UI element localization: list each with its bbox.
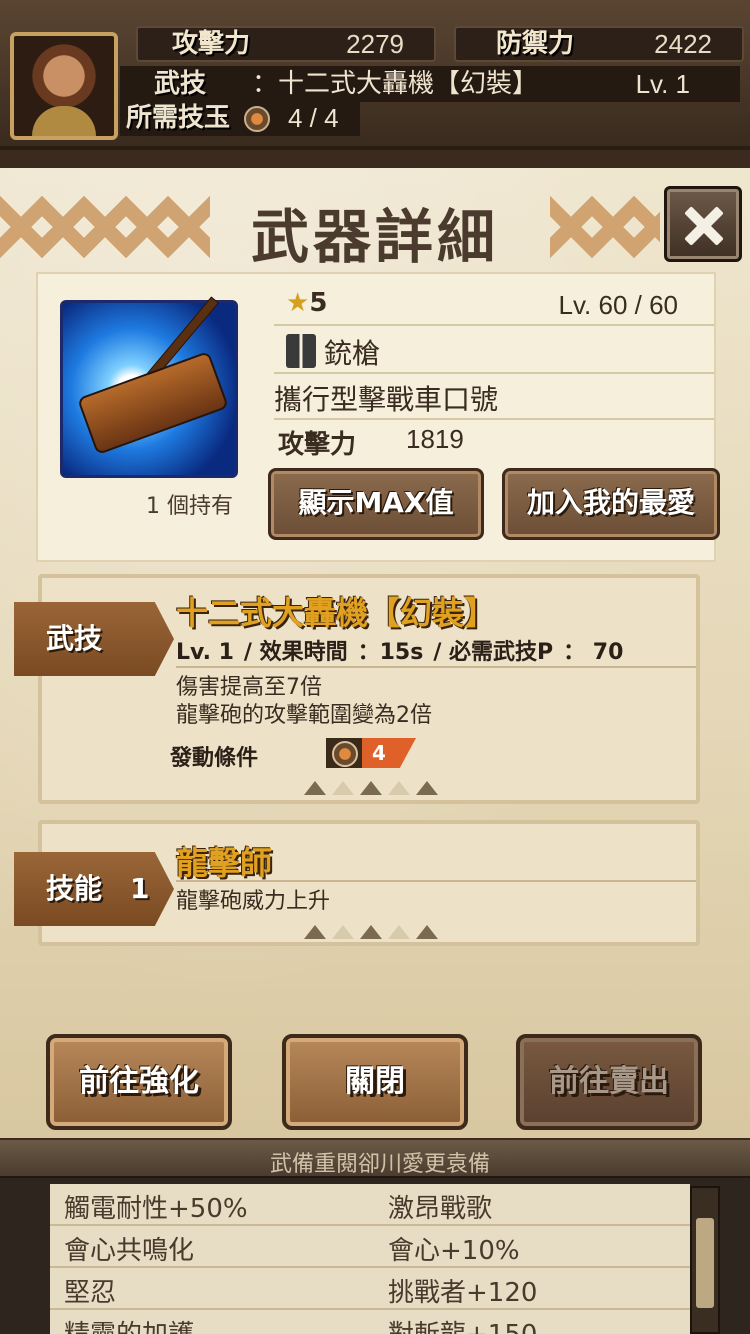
arts-level: Lv. 1 (635, 69, 690, 99)
arts-meta-cost: ： 70 (563, 640, 624, 665)
dot (360, 781, 382, 795)
divider (50, 1308, 690, 1310)
arts-tag: 武技 (14, 602, 174, 676)
arts-label: 武技 (154, 69, 207, 99)
show-max-button[interactable]: 顯示MAX值 (268, 468, 484, 540)
arts-desc-2: 龍擊砲的攻擊範圍變為2倍 (176, 703, 432, 728)
dot (416, 925, 438, 939)
weapon-detail-dialog: 武器詳細 1 個持有 ★5 Lv. 60 / 60 銃槍 攜行型擊戰車口號 攻擊… (0, 168, 750, 1138)
dot (388, 925, 410, 939)
dot (416, 781, 438, 795)
list-item: 堅忍 (64, 1278, 117, 1308)
arts-meta: Lv. 1 / 效果時間 ：15s / 必需武技P ： 70 (176, 634, 633, 666)
page-dots (304, 780, 444, 796)
dot (332, 925, 354, 939)
close-button[interactable]: 關閉 (282, 1034, 468, 1130)
attack-label: 攻擊力 (172, 29, 251, 59)
add-favorite-button[interactable]: 加入我的最愛 (502, 468, 720, 540)
divider (274, 324, 714, 326)
dialog-title: 武器詳細 (250, 203, 499, 271)
divider (274, 418, 714, 420)
arts-meta-level: Lv. 1 (176, 640, 234, 665)
defense-stat: 防禦力 2422 (454, 26, 744, 62)
divider (176, 880, 696, 882)
arts-desc-1: 傷害提高至7倍 (176, 675, 322, 700)
list-item: 觸電耐性+50% (64, 1194, 248, 1224)
arts-name: ：十二式大轟機【幻裝】 (252, 69, 539, 99)
weapon-type: 銃槍 (324, 337, 381, 370)
list-item: 挑戰者+120 (388, 1278, 538, 1308)
skill-tag: 技能 1 (14, 852, 174, 926)
hunter-avatar (10, 32, 118, 140)
weapon-image (60, 296, 238, 478)
dot (388, 781, 410, 795)
background-hint: 武備重閱卻川愛更袁備 (270, 1152, 491, 1177)
owned-count: 1 個持有 (146, 494, 233, 519)
rarity-value: 5 (309, 288, 328, 318)
star-icon: ★ (286, 288, 310, 318)
divider (50, 1224, 690, 1226)
dot (360, 925, 382, 939)
arts-section: 武技 十二式大轟機【幻裝】 Lv. 1 / 效果時間 ：15s / 必需武技P ： 70… (14, 574, 700, 804)
skill-section: 技能 1 龍擊師 龍擊砲威力上升 (14, 820, 700, 946)
condition-badge: 4 (326, 738, 416, 768)
condition-label: 發動條件 (170, 746, 259, 771)
dot (332, 781, 354, 795)
go-sell-button[interactable]: 前往賣出 (516, 1034, 702, 1130)
attack-stat: 攻擊力 2279 (136, 26, 436, 62)
weapon-level: Lv. 60 / 60 (558, 290, 679, 320)
list-item: 激昂戰歌 (388, 1194, 493, 1224)
skill-title: 龍擊師 (176, 844, 273, 882)
skill-desc: 龍擊砲威力上升 (176, 889, 331, 914)
divider (176, 666, 696, 668)
required-jewel-line: 所需技玉 4 / 4 (120, 100, 360, 136)
scroll-thumb[interactable] (696, 1218, 714, 1308)
skill-list: 觸電耐性+50% 激昂戰歌 會心共鳴化 會心+10% 堅忍 挑戰者+120 精靈… (50, 1184, 690, 1334)
background-skill-list: 武備重閱卻川愛更袁備 觸電耐性+50% 激昂戰歌 會心共鳴化 會心+10% 堅忍… (0, 1140, 750, 1334)
weapon-info-card: 1 個持有 ★5 Lv. 60 / 60 銃槍 攜行型擊戰車口號 攻擊力 181… (36, 272, 720, 562)
defense-label: 防禦力 (496, 29, 575, 59)
background-header: 武備重閱卻川愛更袁備 (0, 1140, 750, 1178)
attack-value: 2279 (346, 29, 404, 59)
list-item: 會心+10% (388, 1236, 520, 1266)
arts-meta-duration-label: / 效果時間 (243, 640, 348, 665)
defense-value: 2422 (654, 29, 712, 59)
rarity: ★5 (286, 288, 327, 318)
arts-meta-cost-label: / 必需武技P (433, 640, 554, 665)
go-enhance-button[interactable]: 前往強化 (46, 1034, 232, 1130)
weapon-attack-label: 攻擊力 (278, 430, 357, 460)
divider (274, 372, 714, 374)
dot (304, 781, 326, 795)
jewel-count: 4 / 4 (288, 103, 339, 133)
list-scrollbar[interactable] (690, 1186, 720, 1334)
weapon-name: 攜行型擊戰車口號 (274, 383, 499, 416)
gunlance-icon (286, 334, 316, 368)
arts-title: 十二式大轟機【幻裝】 (176, 594, 497, 632)
list-item: 會心共鳴化 (64, 1236, 195, 1266)
divider (50, 1266, 690, 1268)
close-icon[interactable] (664, 186, 742, 262)
weapon-attack-value: 1819 (406, 424, 464, 454)
equipped-arts-line: 武技 ：十二式大轟機【幻裝】 Lv. 1 (120, 66, 740, 102)
page-dots (304, 924, 444, 940)
jewel-label: 所需技玉 (126, 103, 231, 133)
list-item: 精靈的加護 (64, 1314, 194, 1334)
jewel-icon (244, 106, 270, 132)
dot (304, 925, 326, 939)
top-status-bar: 攻擊力 2279 防禦力 2422 武技 ：十二式大轟機【幻裝】 Lv. 1 所… (0, 0, 750, 150)
arts-meta-duration: ：15s (357, 640, 424, 665)
list-item: 對斬龍+150 (388, 1314, 537, 1334)
